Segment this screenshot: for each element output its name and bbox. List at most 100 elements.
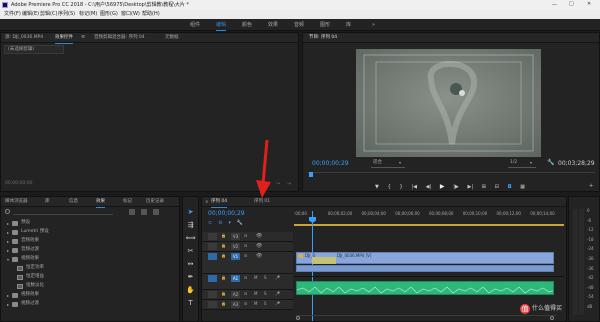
workspace-effects[interactable]: 效果 [268, 23, 278, 28]
timeline-settings-icon[interactable]: 🔧 [237, 221, 243, 226]
eye-icon[interactable]: 👁 [256, 244, 262, 249]
step-back-icon[interactable]: ◀| [426, 184, 432, 190]
add-marker-icon[interactable]: ▼ [375, 184, 379, 190]
effects-tree-item[interactable]: ▸ 音频过渡 [3, 246, 179, 255]
linked-selection-icon[interactable]: ⊖ [218, 221, 222, 226]
quality-select[interactable]: 1/2 ▾ [508, 160, 536, 168]
timeline-horizontal-scrollbar[interactable] [296, 315, 556, 320]
scroll-left-handle[interactable] [296, 316, 300, 320]
effects-tree-item[interactable]: 指数淡化 [3, 282, 179, 291]
pen-tool[interactable]: ✒ [186, 272, 195, 281]
work-area-bar[interactable] [294, 224, 564, 226]
type-tool[interactable]: T [186, 298, 195, 307]
mute-button[interactable]: M [254, 276, 257, 280]
slip-tool[interactable]: ↔ [186, 259, 195, 268]
program-more-button[interactable]: + [589, 184, 593, 189]
workspace-color[interactable]: 颜色 [242, 23, 252, 28]
accelerated-effects-icon[interactable] [129, 209, 135, 215]
sync-lock-icon[interactable]: ⊟ [244, 244, 247, 248]
track-label[interactable]: V1 [231, 253, 240, 260]
lock-icon[interactable]: 🔒 [221, 254, 226, 258]
yuv-effects-icon[interactable] [153, 209, 159, 215]
solo-button[interactable]: S [264, 276, 267, 280]
source-patch-toggle[interactable] [208, 291, 217, 298]
effects-tree-item[interactable]: ▸ 音频效果 [3, 237, 179, 246]
video-clip-v1-lower[interactable] [296, 265, 554, 272]
lock-icon[interactable]: 🔒 [221, 302, 226, 306]
track-label[interactable]: A1 [231, 275, 240, 282]
workspace-libraries[interactable]: 库 [346, 23, 351, 28]
razor-tool[interactable]: ✂ [186, 246, 195, 255]
timeline-timecode[interactable]: 00;00;00;29 [208, 211, 245, 217]
mute-button[interactable]: M [254, 292, 257, 296]
tab-effects[interactable]: 效果 [96, 199, 105, 208]
eye-icon[interactable]: 👁 [256, 234, 262, 239]
effects-tree-item[interactable]: ▸ 预设 [3, 219, 179, 228]
lift-icon[interactable]: ⊞ [482, 184, 486, 190]
chevron-right-icon[interactable]: ▸ [7, 302, 9, 307]
tab-markers[interactable]: 标记 [123, 199, 132, 205]
close-button[interactable]: ✕ [587, 2, 591, 7]
tab-media-browser[interactable]: 媒体浏览器 [5, 199, 28, 205]
export-frame-icon[interactable]: ◘ [508, 184, 512, 190]
lock-icon[interactable]: 🔒 [221, 244, 226, 248]
panel-menu-icon[interactable]: ≡ [81, 35, 85, 40]
hand-tool[interactable]: ✋ [186, 285, 195, 294]
mark-out-icon[interactable]: } [399, 184, 402, 190]
source-export-icon[interactable]: ↪ [276, 182, 280, 187]
scroll-right-handle[interactable] [550, 316, 554, 320]
sync-lock-icon[interactable]: ⊟ [244, 254, 247, 258]
workspace-graphics[interactable]: 图形 [320, 23, 330, 28]
source-patch-toggle[interactable] [208, 275, 217, 282]
go-to-out-icon[interactable]: ▶| [467, 184, 473, 190]
maximize-button[interactable]: □ [569, 2, 574, 7]
sync-lock-icon[interactable]: ⊟ [244, 276, 247, 280]
menu-graphics[interactable]: 图形(G) [100, 12, 118, 17]
go-to-in-icon[interactable]: |◀ [411, 184, 417, 190]
play-icon[interactable]: ▶ [440, 184, 445, 190]
extract-icon[interactable]: ⊟ [495, 184, 499, 190]
eye-icon[interactable]: 👁 [256, 254, 262, 259]
effects-tree-item[interactable]: ▾ 视频效果 [3, 255, 179, 264]
tab-program[interactable]: 节目: 序列 04 [309, 35, 337, 41]
tab-libraries[interactable]: 库 [45, 199, 50, 205]
program-playhead[interactable] [309, 172, 313, 177]
menu-markers[interactable]: 标记(M) [79, 12, 97, 17]
zoom-select[interactable]: 适合 ▾ [371, 160, 405, 168]
effects-tree-item[interactable]: ▸ 视频过渡 [3, 300, 179, 309]
tab-source[interactable]: 源: DJI_0036.MP4 [5, 35, 43, 41]
source-settings-icon[interactable]: ⇥ [287, 182, 291, 187]
menu-sequence[interactable]: 序列(S) [58, 12, 75, 17]
effects-tree-item[interactable]: 恒定功率 [3, 264, 179, 273]
workspace-editing[interactable]: 编辑 [216, 23, 227, 31]
tab-sequence-04[interactable]: 序列 04 [211, 199, 228, 208]
program-timecode[interactable]: 00;00;00;29 [312, 161, 349, 167]
effects-tree-item[interactable]: ▸ 视频效果 [3, 291, 179, 300]
ripple-edit-tool[interactable]: ⟺ [185, 233, 195, 242]
mute-button[interactable]: M [254, 302, 257, 306]
program-scrubber[interactable] [307, 172, 595, 177]
add-marker-icon[interactable]: ▾ [228, 221, 231, 226]
search-input[interactable] [13, 209, 113, 215]
minimize-button[interactable]: — [552, 3, 557, 8]
source-patch-toggle[interactable] [208, 253, 217, 260]
tab-history[interactable]: 历史记录 [146, 199, 164, 205]
menu-help[interactable]: 帮助(H) [142, 12, 160, 17]
snap-icon[interactable]: ⊂ [208, 221, 212, 226]
track-label[interactable]: A2 [231, 291, 240, 298]
settings-icon[interactable]: ▦ [520, 184, 525, 190]
track-label[interactable]: A3 [231, 301, 240, 308]
source-patch-toggle[interactable] [208, 243, 217, 250]
transition-marker[interactable] [312, 257, 336, 264]
chevron-right-icon[interactable]: ▸ [7, 293, 9, 298]
effects-tree-item[interactable]: 恒定增益 [3, 273, 179, 282]
track-label[interactable]: V3 [231, 233, 240, 240]
mark-in-icon[interactable]: { [388, 184, 391, 190]
chevron-right-icon[interactable]: ▸ [7, 248, 9, 253]
tab-audio-clip-mixer[interactable]: 音频剪辑混合器: 序列 04 [94, 35, 145, 41]
search-icon[interactable] [5, 209, 10, 214]
chevron-right-icon[interactable]: ▸ [7, 239, 9, 244]
menu-clip[interactable]: 剪辑(C) [40, 12, 57, 17]
workspace-more-button[interactable]: » [372, 23, 375, 28]
track-label[interactable]: V2 [231, 243, 240, 250]
